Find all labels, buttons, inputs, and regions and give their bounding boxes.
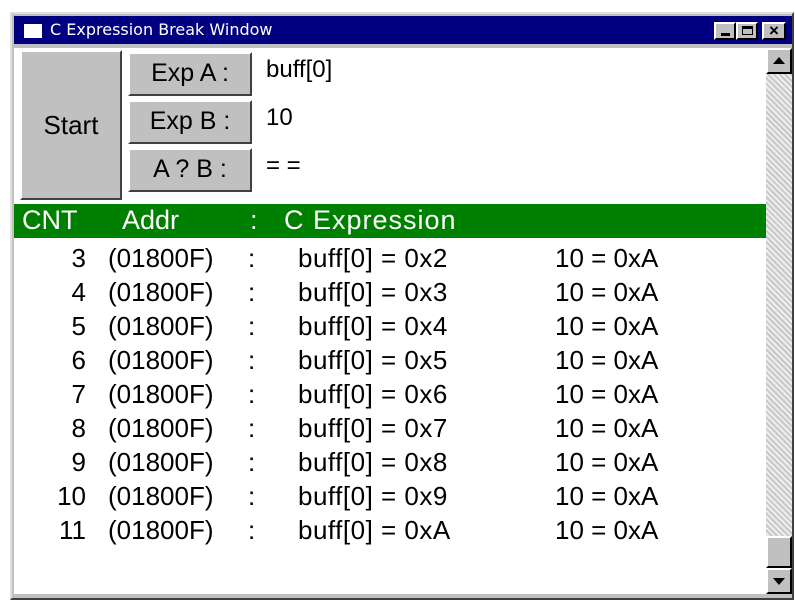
row-addr: (01800F) (108, 243, 214, 273)
close-button[interactable]: × (762, 21, 786, 40)
header-addr: Addr (122, 205, 180, 235)
row-separator: : (248, 515, 256, 545)
row-cnt: 6 (71, 345, 86, 375)
row-cnt: 3 (71, 243, 86, 273)
row-exp-a: buff[0] = 0x6 (298, 379, 448, 409)
row-exp-b: 10 = 0xA (555, 481, 659, 511)
row-separator: : (248, 311, 256, 341)
operator-button[interactable]: A ? B : (128, 148, 252, 192)
app-icon[interactable] (24, 24, 42, 38)
maximize-icon (742, 26, 753, 35)
header-separator: : (250, 205, 258, 235)
close-icon: × (769, 21, 779, 40)
row-cnt: 7 (71, 379, 86, 409)
row-separator: : (248, 277, 256, 307)
row-exp-a: buff[0] = 0x5 (298, 345, 448, 375)
scroll-thumb[interactable] (766, 536, 792, 568)
title-bar[interactable]: C Expression Break Window × (14, 16, 792, 44)
row-cnt: 10 (57, 481, 86, 511)
list-row[interactable]: 3 (01800F) : buff[0] = 0x2 10 = 0xA (14, 241, 766, 275)
operator-value[interactable]: = = (266, 152, 301, 180)
row-exp-b: 10 = 0xA (555, 515, 659, 545)
row-separator: : (248, 243, 256, 273)
exp-b-value[interactable]: 10 (266, 104, 293, 132)
row-exp-b: 10 = 0xA (555, 345, 659, 375)
header-cnt: CNT (22, 205, 78, 235)
list-header: CNT Addr : C Expression (14, 204, 766, 238)
row-exp-a: buff[0] = 0x9 (298, 481, 448, 511)
minimize-icon (721, 33, 730, 36)
row-exp-b: 10 = 0xA (555, 277, 659, 307)
arrow-up-icon (773, 57, 785, 64)
list-row[interactable]: 9 (01800F) : buff[0] = 0x8 10 = 0xA (14, 445, 766, 479)
list-row[interactable]: 11 (01800F) : buff[0] = 0xA 10 = 0xA (14, 513, 766, 547)
list-row[interactable]: 7 (01800F) : buff[0] = 0x6 10 = 0xA (14, 377, 766, 411)
row-exp-a: buff[0] = 0x2 (298, 243, 448, 273)
row-exp-b: 10 = 0xA (555, 311, 659, 341)
row-cnt: 9 (71, 447, 86, 477)
row-addr: (01800F) (108, 413, 214, 443)
row-cnt: 5 (71, 311, 86, 341)
row-cnt: 4 (71, 277, 86, 307)
row-exp-a: buff[0] = 0x4 (298, 311, 448, 341)
scroll-down-button[interactable] (766, 568, 792, 594)
row-exp-a: buff[0] = 0xA (298, 515, 451, 545)
window-title: C Expression Break Window (50, 20, 273, 39)
row-separator: : (248, 447, 256, 477)
row-cnt: 8 (71, 413, 86, 443)
row-exp-a: buff[0] = 0x8 (298, 447, 448, 477)
row-exp-a: buff[0] = 0x7 (298, 413, 448, 443)
minimize-button[interactable] (714, 22, 736, 40)
row-addr: (01800F) (108, 481, 214, 511)
exp-a-value[interactable]: buff[0] (266, 56, 332, 84)
row-cnt: 11 (59, 515, 86, 545)
row-separator: : (248, 379, 256, 409)
row-exp-b: 10 = 0xA (555, 413, 659, 443)
vertical-scrollbar[interactable] (766, 48, 792, 594)
row-exp-b: 10 = 0xA (555, 379, 659, 409)
client-area: Start Exp A : buff[0] Exp B : 10 A ? B :… (14, 48, 766, 594)
list-row[interactable]: 4 (01800F) : buff[0] = 0x3 10 = 0xA (14, 275, 766, 309)
list-row[interactable]: 10 (01800F) : buff[0] = 0x9 10 = 0xA (14, 479, 766, 513)
row-exp-b: 10 = 0xA (555, 243, 659, 273)
scroll-up-button[interactable] (766, 48, 792, 74)
row-separator: : (248, 413, 256, 443)
header-c-expression: C Expression (284, 205, 457, 235)
row-addr: (01800F) (108, 311, 214, 341)
row-exp-a: buff[0] = 0x3 (298, 277, 448, 307)
row-addr: (01800F) (108, 277, 214, 307)
expression-break-window: C Expression Break Window × Start Exp A … (10, 12, 794, 600)
row-exp-b: 10 = 0xA (555, 447, 659, 477)
maximize-button[interactable] (736, 22, 758, 40)
start-button[interactable]: Start (20, 50, 122, 200)
row-addr: (01800F) (108, 345, 214, 375)
list-row[interactable]: 8 (01800F) : buff[0] = 0x7 10 = 0xA (14, 411, 766, 445)
row-separator: : (248, 345, 256, 375)
row-addr: (01800F) (108, 379, 214, 409)
row-separator: : (248, 481, 256, 511)
exp-a-button[interactable]: Exp A : (128, 52, 252, 96)
list-row[interactable]: 6 (01800F) : buff[0] = 0x5 10 = 0xA (14, 343, 766, 377)
row-addr: (01800F) (108, 515, 214, 545)
exp-b-button[interactable]: Exp B : (128, 100, 252, 144)
row-addr: (01800F) (108, 447, 214, 477)
list-row[interactable]: 5 (01800F) : buff[0] = 0x4 10 = 0xA (14, 309, 766, 343)
arrow-down-icon (773, 578, 785, 585)
